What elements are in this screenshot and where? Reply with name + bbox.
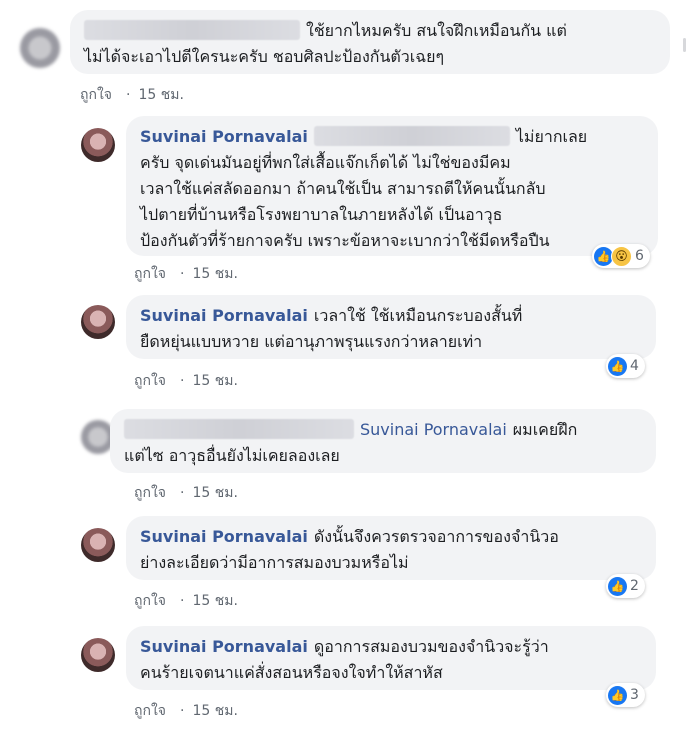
avatar[interactable] bbox=[81, 638, 115, 672]
like-link[interactable]: ถูกใจ bbox=[134, 373, 166, 389]
comment-text-line: คนร้ายเจตนาแค่สั่งสอนหรือจงใจทำให้สาหัส bbox=[140, 663, 443, 682]
timestamp[interactable]: 15 ชม. bbox=[192, 373, 237, 389]
comment-text-line: ไปตายที่บ้านหรือโรงพยาบาลในภายหลังได้ เป… bbox=[140, 205, 503, 224]
thumbs-up-icon: 👍 bbox=[608, 685, 627, 705]
mentioned-name[interactable]: Suvinai Pornavalai bbox=[360, 420, 507, 439]
author-name[interactable]: Suvinai Pornavalai bbox=[140, 527, 308, 546]
timestamp[interactable]: 15 ชม. bbox=[192, 703, 237, 719]
avatar[interactable] bbox=[81, 305, 115, 339]
like-link[interactable]: ถูกใจ bbox=[134, 593, 166, 609]
reaction-summary[interactable]: 👍 3 bbox=[606, 683, 645, 707]
comment-text-line: ใช้ยากไหมครับ สนใจฝึกเหมือนกัน แต่ bbox=[306, 21, 567, 40]
reaction-summary[interactable]: 👍 😮 6 bbox=[592, 244, 650, 268]
author-name[interactable]: Suvinai Pornavalai bbox=[140, 127, 308, 146]
comment-bubble: Suvinai Pornavalai ไม่ยากเลย ครับ จุดเด่น… bbox=[126, 116, 658, 256]
comment-actions: ถูกใจ · 15 ชม. bbox=[80, 87, 184, 103]
comment-actions: ถูกใจ · 15 ชม. bbox=[134, 485, 238, 501]
comment-text-line: ไม่ยากเลย bbox=[515, 127, 588, 146]
comment-bubble: Suvinai Pornavalai ดังนั้นจึงควรตรวจอาการ… bbox=[126, 516, 656, 580]
comment-text-line: ดูอาการสมองบวมของจำนิวจะรู้ว่า bbox=[313, 637, 549, 656]
like-link[interactable]: ถูกใจ bbox=[134, 703, 166, 719]
comment-text-line: ผมเคยฝึก bbox=[512, 420, 578, 439]
like-link[interactable]: ถูกใจ bbox=[134, 266, 166, 282]
comment-bubble: Suvinai Pornavalai ดูอาการสมองบวมของจำนิว… bbox=[126, 626, 656, 690]
thumbs-up-icon: 👍 bbox=[608, 576, 627, 596]
comment-text-line: ป้องกันตัวที่ร้ายกาจครับ เพราะข้อหาจะเบา… bbox=[140, 231, 550, 250]
reaction-count: 6 bbox=[635, 248, 644, 264]
avatar[interactable] bbox=[81, 528, 115, 562]
comment-text-line: เวลาใช้ ใช้เหมือนกระบองสั้นที่ bbox=[313, 306, 523, 325]
redacted-name bbox=[84, 20, 300, 40]
comment-text-line: ไม่ได้จะเอาไปตีใครนะครับ ชอบศิลปะป้องกัน… bbox=[84, 47, 445, 66]
comment-text-line: ย่างละเอียดว่ามีอาการสมองบวมหรือไม่ bbox=[140, 553, 409, 572]
comment-actions: ถูกใจ · 15 ชม. bbox=[134, 703, 238, 719]
wow-icon: 😮 bbox=[611, 245, 632, 267]
comment-text-line: เวลาใช้แค่สลัดออกมา ถ้าคนใช้เป็น สามารถต… bbox=[140, 179, 546, 198]
redacted-name bbox=[313, 126, 510, 146]
timestamp[interactable]: 15 ชม. bbox=[138, 87, 183, 103]
avatar[interactable] bbox=[20, 28, 60, 68]
comment-bubble: Suvinai Pornavalai เวลาใช้ ใช้เหมือนกระบอ… bbox=[126, 295, 656, 359]
reaction-summary[interactable]: 👍 4 bbox=[606, 354, 645, 378]
comment-bubble: Suvinai Pornavalai ผมเคยฝึก แต่ไซ อาวุธอื… bbox=[110, 409, 656, 473]
comment-text-line: แต่ไซ อาวุธอื่นยังไม่เคยลองเลย bbox=[124, 446, 340, 465]
redacted-name bbox=[124, 419, 354, 439]
reaction-count: 4 bbox=[630, 358, 639, 374]
comment-actions: ถูกใจ · 15 ชม. bbox=[134, 266, 238, 282]
like-link[interactable]: ถูกใจ bbox=[134, 485, 166, 501]
like-link[interactable]: ถูกใจ bbox=[80, 87, 112, 103]
scrollbar[interactable] bbox=[683, 38, 686, 52]
avatar[interactable] bbox=[81, 128, 115, 162]
timestamp[interactable]: 15 ชม. bbox=[192, 485, 237, 501]
comment-text-line: ดังนั้นจึงควรตรวจอาการของจำนิวอ bbox=[313, 527, 559, 546]
timestamp[interactable]: 15 ชม. bbox=[192, 593, 237, 609]
comment-thread: ใช้ยากไหมครับ สนใจฝึกเหมือนกัน แต่ ไม่ได… bbox=[0, 0, 700, 732]
comment-actions: ถูกใจ · 15 ชม. bbox=[134, 593, 238, 609]
thumbs-up-icon: 👍 bbox=[608, 356, 627, 376]
comment-text-line: ยืดหยุ่นแบบหวาย แต่อานุภาพรุนแรงกว่าหลาย… bbox=[140, 332, 483, 351]
timestamp[interactable]: 15 ชม. bbox=[192, 266, 237, 282]
comment-text-line: ครับ จุดเด่นมันอยู่ที่พกใส่เสื้อแจ๊กเก็ต… bbox=[140, 153, 511, 172]
author-name[interactable]: Suvinai Pornavalai bbox=[140, 306, 308, 325]
reaction-summary[interactable]: 👍 2 bbox=[606, 574, 645, 598]
reaction-count: 3 bbox=[630, 687, 639, 703]
comment-bubble: ใช้ยากไหมครับ สนใจฝึกเหมือนกัน แต่ ไม่ได… bbox=[70, 10, 670, 74]
reaction-count: 2 bbox=[630, 578, 639, 594]
comment-actions: ถูกใจ · 15 ชม. bbox=[134, 373, 238, 389]
author-name[interactable]: Suvinai Pornavalai bbox=[140, 637, 308, 656]
